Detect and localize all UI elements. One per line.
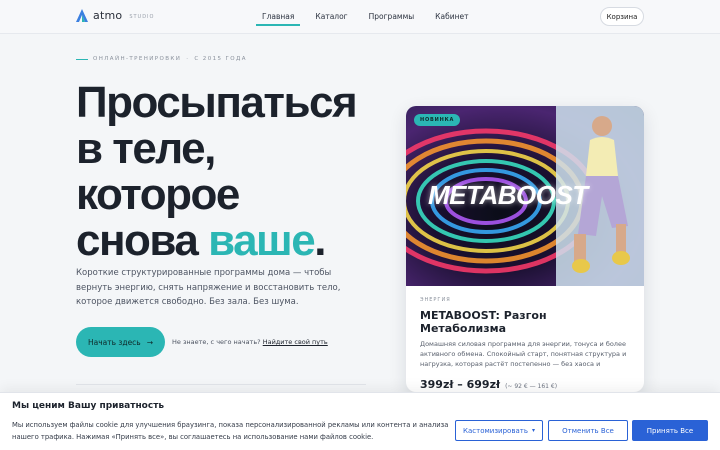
eyebrow-line — [76, 58, 88, 60]
main-nav: Главная Каталог Программы Кабинет — [256, 0, 483, 34]
new-badge: НОВИНКА — [414, 114, 461, 126]
cta-label: Начать здесь — [87, 337, 141, 347]
product-card[interactable]: НОВИНКА METABOOST ЭНЕРГИЯ METABOOST: Раз… — [406, 106, 644, 392]
product-image-title: METABOOST — [428, 180, 588, 210]
hero-title: Просыпаться в теле, которое снова ваше. — [76, 78, 358, 265]
hero-title-line3: которое — [76, 170, 240, 219]
logo[interactable]: atmo STUDIO — [76, 9, 154, 22]
site-header: atmo STUDIO Главная Каталог Программы Ка… — [0, 0, 720, 34]
hero-title-period: . — [314, 216, 326, 265]
caret-down-icon: ▾ — [531, 427, 535, 434]
cookie-title: Мы ценим Вашу приватность — [12, 401, 165, 411]
arrow-right-icon: → — [146, 337, 154, 347]
hero-eyebrow: ОНЛАЙН-ТРЕНИРОВКИ · С 2015 ГОДА — [76, 56, 247, 62]
nav-programs[interactable]: Программы — [363, 0, 421, 34]
cookie-banner: Мы ценим Вашу приватность Мы используем … — [0, 392, 720, 450]
nav-account[interactable]: Кабинет — [429, 0, 474, 34]
eyebrow-right: С 2015 ГОДА — [194, 56, 247, 62]
nav-home[interactable]: Главная — [256, 0, 301, 26]
product-image: НОВИНКА METABOOST — [406, 106, 644, 286]
product-description: Домашняя силовая программа для энергии, … — [420, 340, 627, 368]
price-row: 399zł – 699zł (~ 92 € — 161 €) — [420, 378, 630, 391]
hero-title-line4a: снова — [76, 216, 209, 265]
find-your-path-link[interactable]: Найдите свой путь — [263, 338, 328, 346]
hero-description: Короткие структурированные программы дом… — [76, 268, 341, 307]
nav-catalog[interactable]: Каталог — [309, 0, 353, 34]
cart-button[interactable]: Корзина — [600, 7, 644, 26]
product-price: 399zł – 699zł — [420, 378, 501, 391]
product-category: ЭНЕРГИЯ — [420, 297, 451, 303]
product-title[interactable]: METABOOST: Разгон Метаболизма — [420, 309, 630, 335]
hero-title-accent: ваше — [208, 216, 316, 265]
hint-text: Не знаете, с чего начать? — [172, 338, 261, 346]
cookie-text: Мы используем файлы cookie для улучшения… — [12, 421, 449, 441]
hero-title-line1: Просыпаться — [76, 78, 358, 127]
customize-button[interactable]: Кастомизировать ▾ — [455, 420, 543, 441]
start-here-button[interactable]: Начать здесь → — [76, 327, 165, 357]
customize-label: Кастомизировать — [463, 426, 528, 435]
hero-title-line2: в теле, — [76, 124, 216, 173]
accept-all-button[interactable]: Принять Все — [632, 420, 708, 441]
logo-text: atmo — [93, 9, 123, 22]
logo-subtitle: STUDIO — [129, 13, 155, 20]
eyebrow-left: ОНЛАЙН-ТРЕНИРОВКИ — [93, 56, 182, 62]
reject-all-button[interactable]: Отменить Все — [548, 420, 628, 441]
hero-hint: Не знаете, с чего начать? Найдите свой п… — [172, 338, 328, 346]
hero-divider — [76, 384, 366, 385]
product-price-alt: (~ 92 € — 161 €) — [505, 383, 558, 390]
logo-icon — [76, 9, 88, 22]
card-body: ЭНЕРГИЯ METABOOST: Разгон Метаболизма До… — [406, 286, 644, 392]
eyebrow-separator: · — [186, 56, 190, 62]
